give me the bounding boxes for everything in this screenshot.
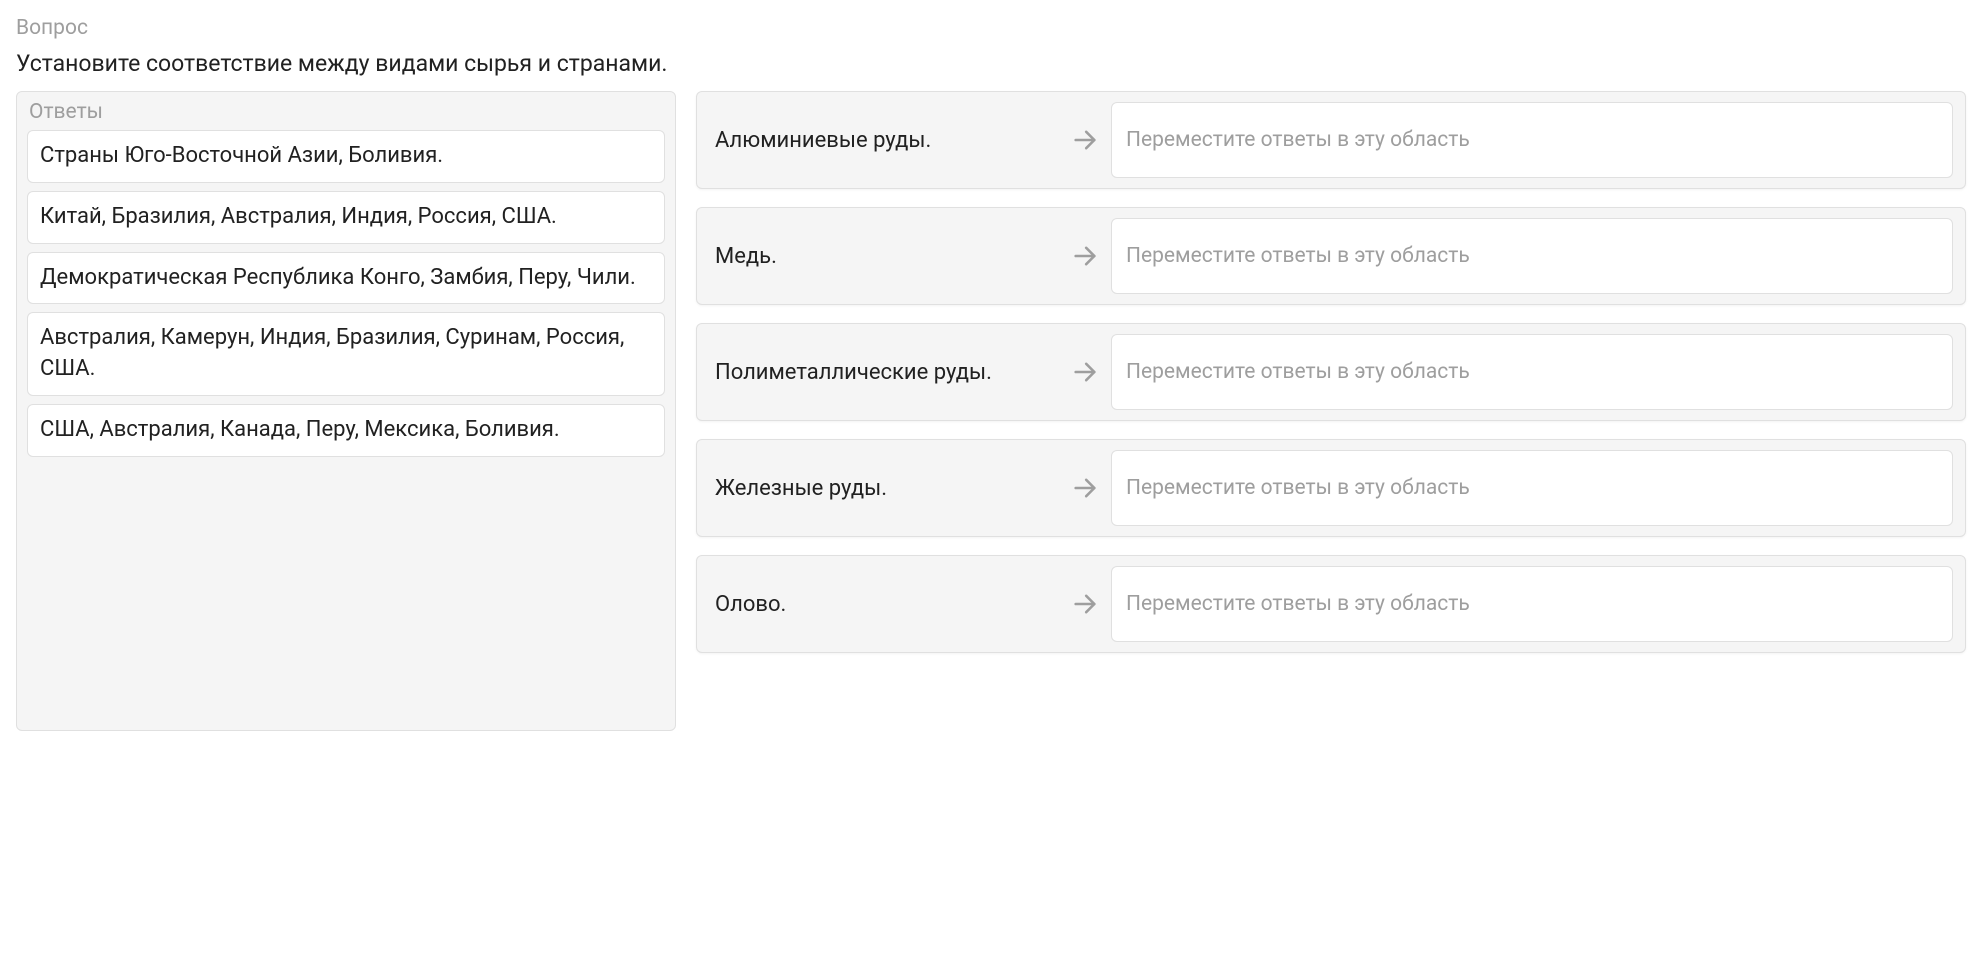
answer-item[interactable]: Демократическая Республика Конго, Замбия… [27, 252, 665, 305]
target-row: Олово. Переместите ответы в эту область [696, 555, 1966, 653]
drop-zone[interactable]: Переместите ответы в эту область [1111, 450, 1953, 526]
answer-item[interactable]: Австралия, Камерун, Индия, Бразилия, Сур… [27, 312, 665, 396]
drop-zone[interactable]: Переместите ответы в эту область [1111, 566, 1953, 642]
answer-item[interactable]: Страны Юго-Восточной Азии, Боливия. [27, 130, 665, 183]
arrow-right-icon [1071, 358, 1099, 386]
drop-zone[interactable]: Переместите ответы в эту область [1111, 218, 1953, 294]
answers-label: Ответы [27, 100, 665, 124]
target-row: Медь. Переместите ответы в эту область [696, 207, 1966, 305]
answer-item[interactable]: Китай, Бразилия, Австралия, Индия, Росси… [27, 191, 665, 244]
target-label: Железные руды. [709, 462, 1059, 515]
arrow-right-icon [1071, 126, 1099, 154]
targets-panel: Алюминиевые руды. Переместите ответы в э… [696, 91, 1966, 653]
drop-zone[interactable]: Переместите ответы в эту область [1111, 102, 1953, 178]
target-label: Олово. [709, 578, 1059, 631]
target-label: Полиметаллические руды. [709, 346, 1059, 399]
answer-item[interactable]: США, Австралия, Канада, Перу, Мексика, Б… [27, 404, 665, 457]
matching-container: Ответы Страны Юго-Восточной Азии, Боливи… [16, 91, 1966, 731]
arrow-right-icon [1071, 474, 1099, 502]
question-text: Установите соответствие между видами сыр… [16, 50, 1966, 77]
target-label: Алюминиевые руды. [709, 114, 1059, 167]
target-row: Железные руды. Переместите ответы в эту … [696, 439, 1966, 537]
drop-zone[interactable]: Переместите ответы в эту область [1111, 334, 1953, 410]
arrow-right-icon [1071, 242, 1099, 270]
arrow-right-icon [1071, 590, 1099, 618]
answers-panel: Ответы Страны Юго-Восточной Азии, Боливи… [16, 91, 676, 731]
target-label: Медь. [709, 230, 1059, 283]
target-row: Алюминиевые руды. Переместите ответы в э… [696, 91, 1966, 189]
target-row: Полиметаллические руды. Переместите отве… [696, 323, 1966, 421]
question-label: Вопрос [16, 16, 1966, 40]
